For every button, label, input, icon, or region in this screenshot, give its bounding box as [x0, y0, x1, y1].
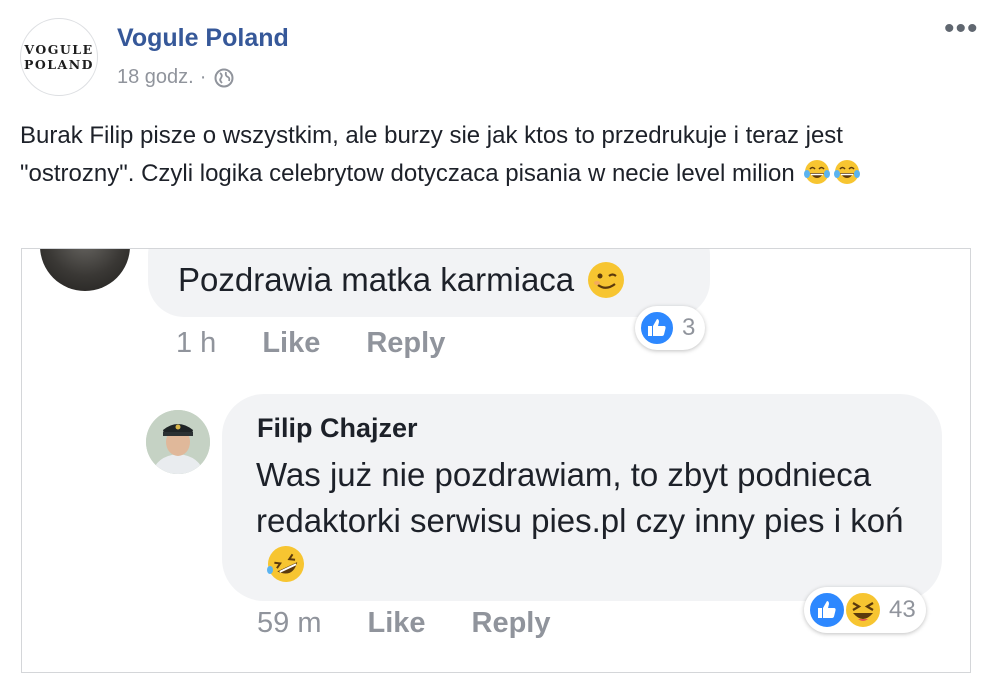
reaction-count: 3: [682, 314, 696, 341]
page-avatar[interactable]: VOGULE POLAND: [20, 18, 98, 96]
winking-face-icon: [588, 262, 625, 298]
tears-of-joy-icon: [804, 160, 831, 184]
reply-text: Was już nie pozdrawiam, to zbyt podnieca…: [256, 456, 904, 539]
haha-reaction-icon: [844, 591, 882, 629]
like-button[interactable]: Like: [262, 327, 320, 360]
more-options-button[interactable]: •••: [944, 14, 979, 44]
commenter-avatar: [40, 249, 130, 291]
tears-of-joy-icon: [834, 160, 861, 184]
reply-author-name[interactable]: Filip Chajzer: [257, 413, 418, 444]
reply-button[interactable]: Reply: [472, 607, 551, 640]
comment-actions: 1 h Like Reply: [176, 327, 445, 360]
comment-text-row: Pozdrawia matka karmiaca: [178, 260, 626, 300]
page-name-link[interactable]: Vogule Poland: [117, 24, 289, 53]
globe-icon[interactable]: [214, 68, 234, 88]
embedded-screenshot[interactable]: Pozdrawia matka karmiaca 3 1 h Like Repl…: [21, 248, 971, 673]
comment-text: Pozdrawia matka karmiaca: [178, 261, 575, 298]
like-reaction-icon: [808, 591, 846, 629]
logo-line-2: POLAND: [23, 57, 95, 72]
like-button[interactable]: Like: [367, 607, 425, 640]
post-meta: 18 godz. ·: [117, 66, 234, 89]
comment-timestamp[interactable]: 1 h: [176, 327, 216, 360]
person-photo-icon: [146, 410, 210, 474]
logo-line-1: VOGULE: [24, 42, 94, 57]
reply-author-avatar[interactable]: [146, 410, 210, 474]
post-timestamp[interactable]: 18 godz.: [117, 66, 194, 89]
facebook-post: VOGULE POLAND Vogule Poland 18 godz. · •…: [0, 0, 991, 688]
comment-reactions[interactable]: 3: [635, 306, 706, 350]
post-body: Burak Filip pisze o wszystkim, ale burzy…: [20, 117, 960, 193]
reply-actions: 59 m Like Reply: [257, 607, 551, 640]
like-reaction-icon: [639, 310, 675, 346]
reply-text-block: Was już nie pozdrawiam, to zbyt podnieca…: [256, 452, 936, 590]
reply-timestamp[interactable]: 59 m: [257, 607, 321, 640]
meta-separator: ·: [199, 66, 207, 88]
reply-button[interactable]: Reply: [366, 327, 445, 360]
rolling-laughing-icon: [267, 546, 304, 582]
post-text: Burak Filip pisze o wszystkim, ale burzy…: [20, 122, 843, 187]
reply-reactions[interactable]: 43: [804, 587, 926, 633]
reaction-count: 43: [889, 596, 916, 623]
